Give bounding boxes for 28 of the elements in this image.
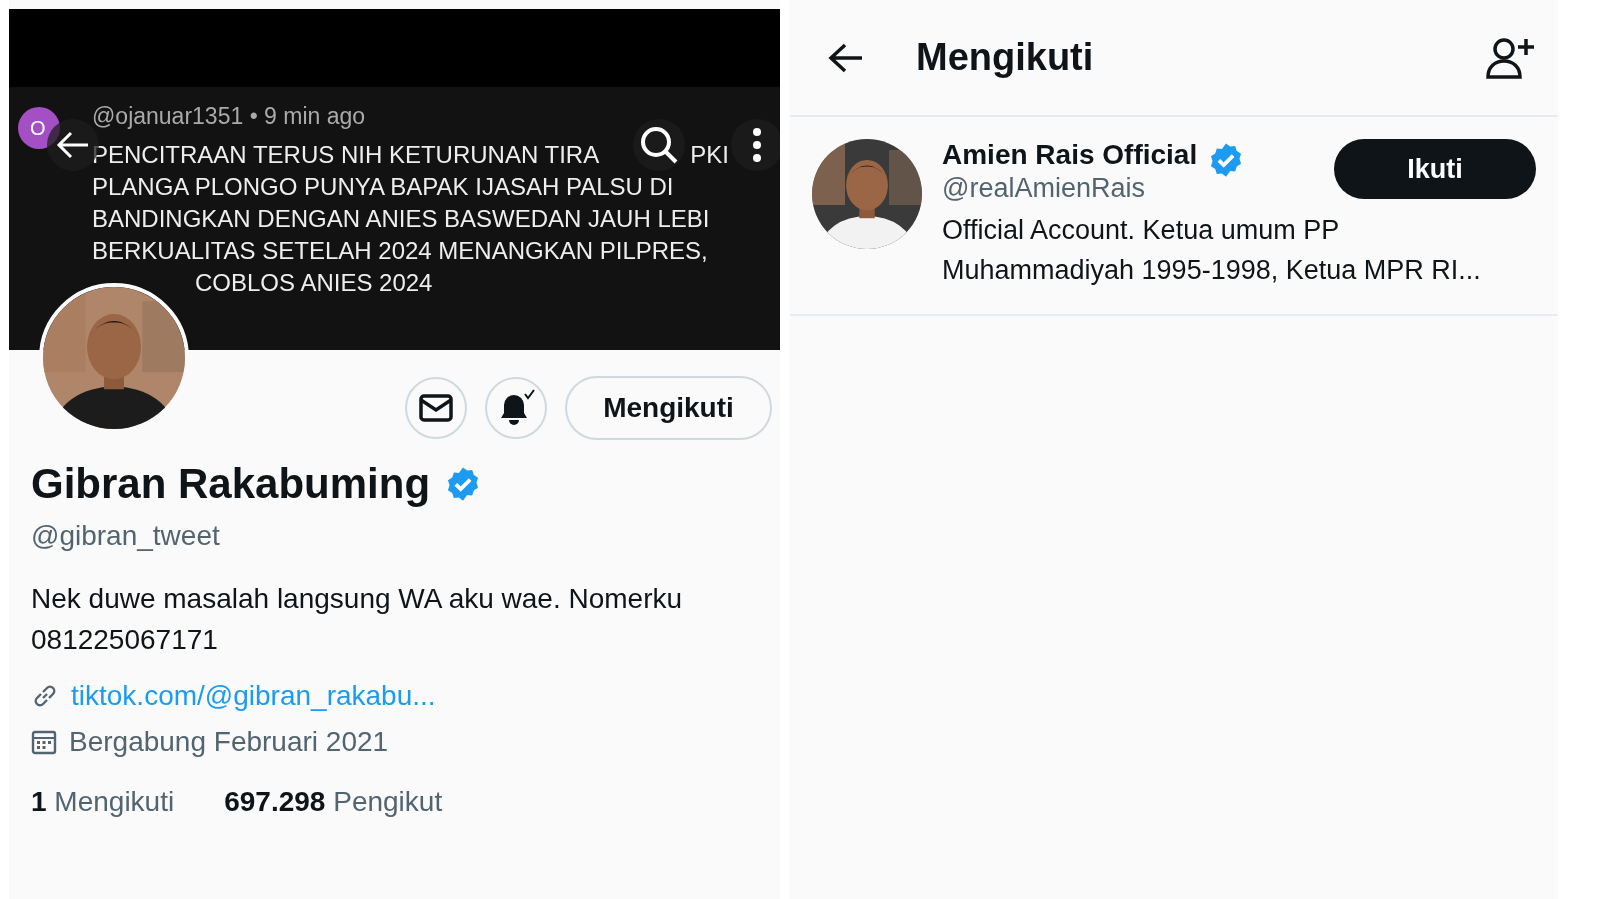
add-user-button[interactable] bbox=[1486, 36, 1534, 79]
more-button[interactable] bbox=[731, 119, 780, 171]
back-icon bbox=[56, 130, 90, 160]
user-name: Amien Rais Official bbox=[942, 139, 1198, 171]
follow-button[interactable]: Ikuti bbox=[1334, 139, 1536, 199]
comment-text-line: PLANGA PLONGO PUNYA BAPAK IJASAH PALSU DI bbox=[92, 172, 675, 202]
calendar-icon bbox=[31, 729, 57, 755]
profile-name: Gibran Rakabuming bbox=[31, 460, 431, 508]
search-button[interactable] bbox=[633, 119, 685, 171]
comment-text: PENCITRAAN TERUS NIH KETURUNAN TIRA bbox=[92, 140, 600, 170]
back-button[interactable] bbox=[828, 41, 864, 74]
page-title: Mengikuti bbox=[916, 36, 1095, 79]
user-handle: @realAmienRais bbox=[942, 173, 1146, 204]
profile-handle: @gibran_tweet bbox=[31, 520, 221, 552]
envelope-icon bbox=[419, 394, 453, 422]
profile-bio: Nek duwe masalah langsung WA aku wae. Nomerku 081225067171 bbox=[31, 582, 684, 657]
more-icon bbox=[752, 128, 762, 162]
comment-text-line: BANDINGKAN DENGAN ANIES BASWEDAN JAUH LEBI bbox=[92, 204, 711, 234]
follow-count-link[interactable]: 1 Mengikuti bbox=[31, 786, 175, 818]
following-button[interactable]: Mengikuti bbox=[565, 376, 772, 440]
comment-meta: @ojanuar1351 • 9 min ago bbox=[92, 103, 367, 130]
join-date: Bergabung Februari 2021 bbox=[69, 726, 389, 758]
comment-text-line: COBLOS ANIES 2024 bbox=[194, 268, 434, 298]
comment-text: PKI bbox=[690, 140, 729, 170]
user-bio: Official Account. Ketua umum PP Muhammadiyah 1995-1998, Ketua MPR RI... bbox=[942, 214, 1482, 287]
follow-count-link[interactable]: 697.298 Pengikut bbox=[224, 786, 443, 818]
comment-text-line: BERKUALITAS SETELAH 2024 MENANGKAN PILPRES, bbox=[92, 236, 709, 266]
search-icon bbox=[639, 125, 679, 165]
